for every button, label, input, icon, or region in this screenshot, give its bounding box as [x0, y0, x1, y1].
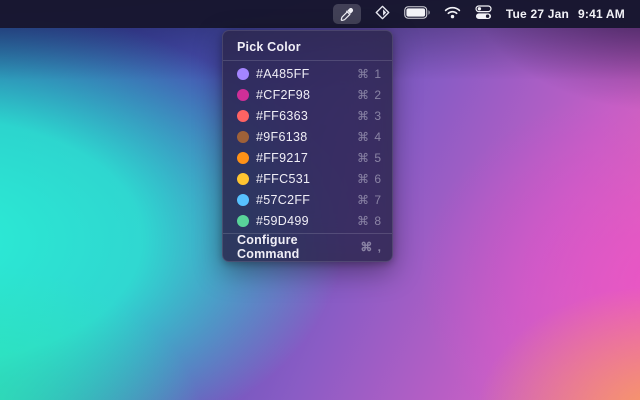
- menubar-time: 9:41 AM: [578, 7, 625, 21]
- color-menu-item[interactable]: #57C2FF ⌘ 7: [223, 189, 392, 210]
- wifi-icon[interactable]: [444, 6, 461, 22]
- color-swatch: [237, 89, 249, 101]
- color-menu-item[interactable]: #FF9217 ⌘ 5: [223, 147, 392, 168]
- control-center-icon[interactable]: [475, 5, 492, 23]
- menu-shortcut: ⌘ 7: [357, 193, 382, 207]
- menu-header: Pick Color: [223, 32, 392, 60]
- configure-command-label: Configure Command: [237, 233, 360, 261]
- color-hex-label: #A485FF: [256, 67, 357, 81]
- color-menu-item[interactable]: #FFC531 ⌘ 6: [223, 168, 392, 189]
- menu-shortcut: ⌘ 2: [357, 88, 382, 102]
- color-hex-label: #59D499: [256, 214, 357, 228]
- color-swatch: [237, 110, 249, 122]
- color-swatch: [237, 194, 249, 206]
- color-menu-item[interactable]: #9F6138 ⌘ 4: [223, 126, 392, 147]
- color-list: #A485FF ⌘ 1 #CF2F98 ⌘ 2 #FF6363 ⌘ 3 #9F6…: [223, 61, 392, 233]
- battery-icon[interactable]: [404, 6, 430, 22]
- color-swatch: [237, 215, 249, 227]
- color-hex-label: #FF6363: [256, 109, 357, 123]
- menubar-date: Tue 27 Jan: [506, 7, 569, 21]
- color-picker-menubar-button[interactable]: [333, 4, 361, 24]
- color-menu-item[interactable]: #CF2F98 ⌘ 2: [223, 84, 392, 105]
- menu-shortcut: ⌘ ,: [360, 240, 382, 254]
- configure-command-item[interactable]: Configure Command ⌘ ,: [223, 234, 392, 260]
- desktop: Tue 27 Jan 9:41 AM Pick Color #A485FF ⌘ …: [0, 0, 640, 400]
- color-hex-label: #CF2F98: [256, 88, 357, 102]
- menubar-status-area: Tue 27 Jan 9:41 AM: [333, 4, 625, 24]
- menu-shortcut: ⌘ 4: [357, 130, 382, 144]
- menu-shortcut: ⌘ 5: [357, 151, 382, 165]
- pick-color-menu: Pick Color #A485FF ⌘ 1 #CF2F98 ⌘ 2 #FF63…: [222, 30, 393, 262]
- color-menu-item[interactable]: #59D499 ⌘ 8: [223, 210, 392, 231]
- color-swatch: [237, 173, 249, 185]
- menu-shortcut: ⌘ 6: [357, 172, 382, 186]
- color-swatch: [237, 68, 249, 80]
- menubar-clock[interactable]: Tue 27 Jan 9:41 AM: [506, 7, 625, 21]
- color-menu-item[interactable]: #A485FF ⌘ 1: [223, 63, 392, 84]
- menu-shortcut: ⌘ 1: [357, 67, 382, 81]
- menu-shortcut: ⌘ 8: [357, 214, 382, 228]
- eyedropper-icon: [339, 7, 354, 22]
- color-hex-label: #FFC531: [256, 172, 357, 186]
- color-swatch: [237, 131, 249, 143]
- color-hex-label: #9F6138: [256, 130, 357, 144]
- menubar: Tue 27 Jan 9:41 AM: [0, 0, 640, 28]
- color-hex-label: #57C2FF: [256, 193, 357, 207]
- menu-header-label: Pick Color: [237, 40, 301, 54]
- color-menu-item[interactable]: #FF6363 ⌘ 3: [223, 105, 392, 126]
- menu-shortcut: ⌘ 3: [357, 109, 382, 123]
- color-sampler-icon[interactable]: [375, 5, 390, 23]
- color-swatch: [237, 152, 249, 164]
- color-hex-label: #FF9217: [256, 151, 357, 165]
